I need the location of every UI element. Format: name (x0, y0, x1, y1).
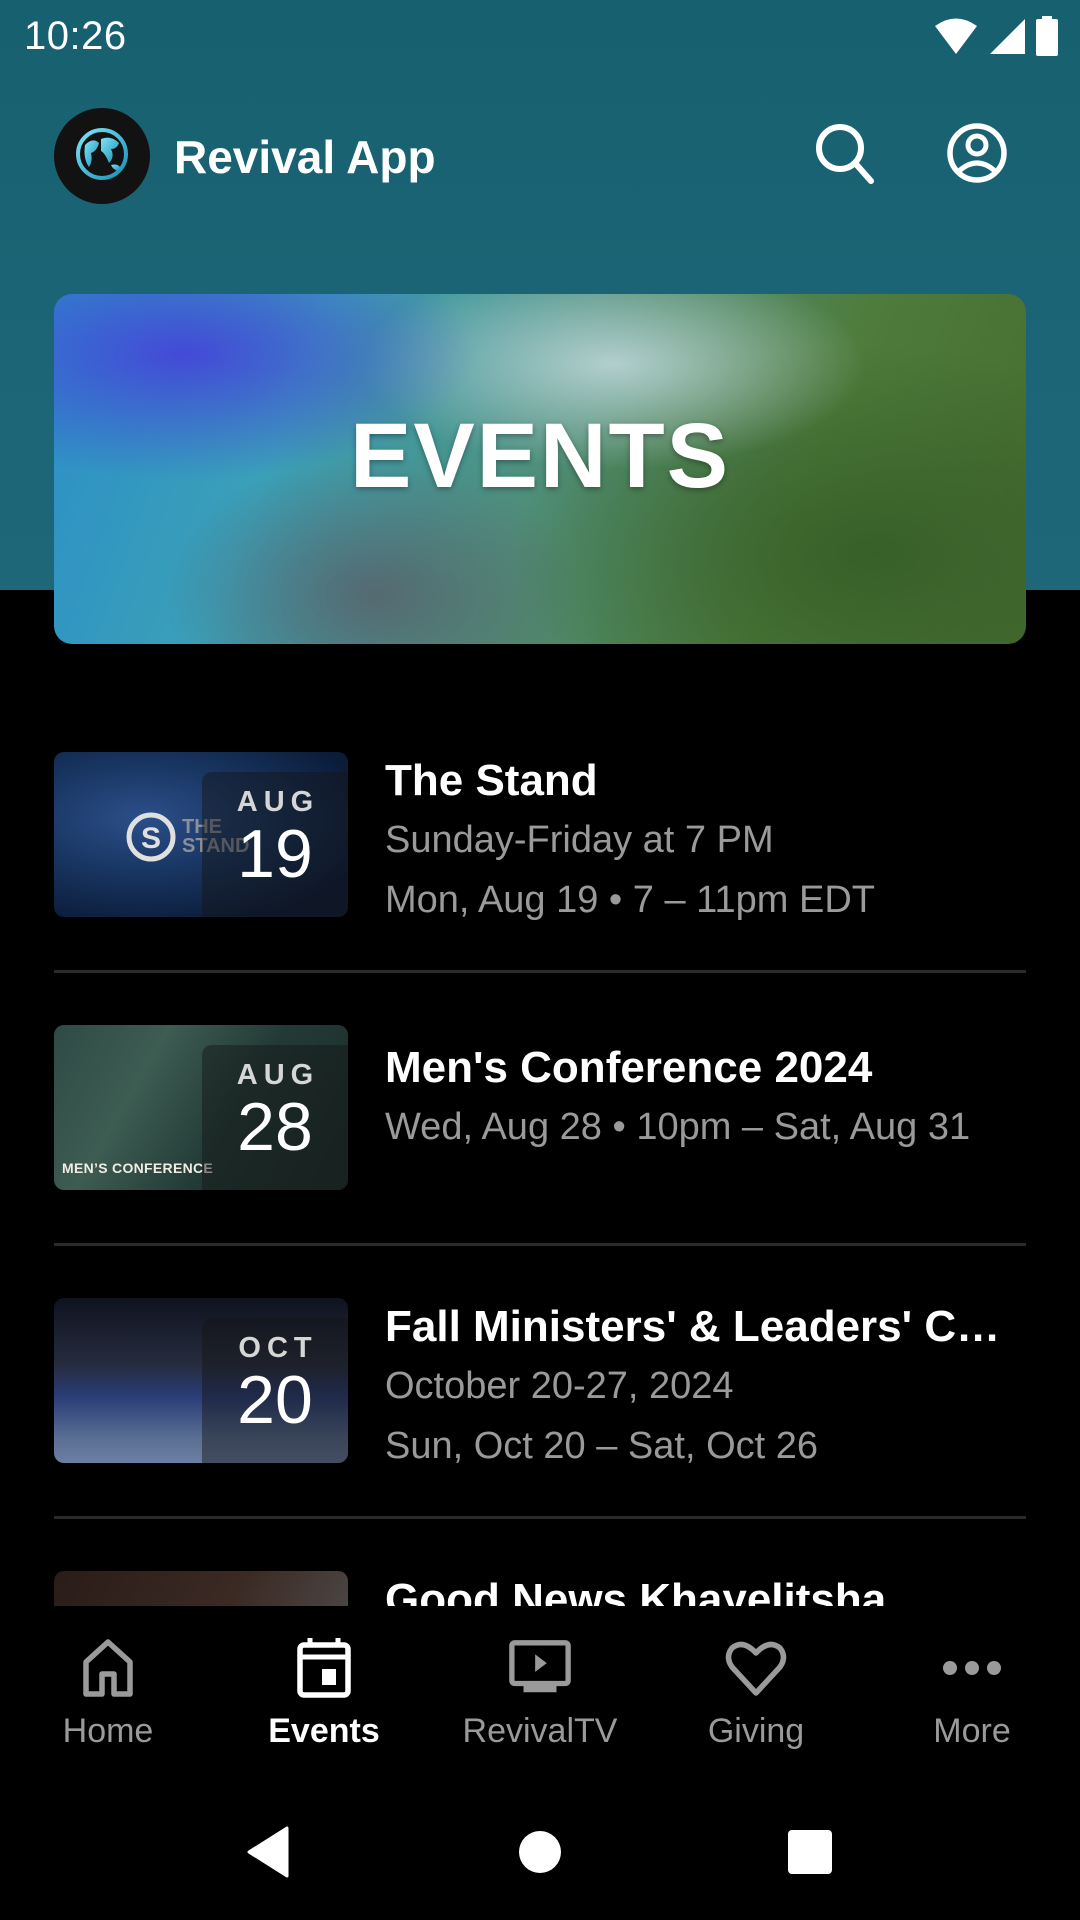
event-info: The Stand Sunday-Friday at 7 PM Mon, Aug… (385, 752, 1026, 930)
event-schedule: Sunday-Friday at 7 PM (385, 819, 774, 861)
app-logo[interactable] (54, 108, 150, 204)
date-month: AUG (236, 1059, 320, 1091)
event-thumbnail[interactable]: OCT 20 (54, 1298, 348, 1463)
nav-item-home[interactable]: Home (0, 1606, 216, 1756)
system-navigation-bar (0, 1780, 1080, 1920)
account-button[interactable] (942, 120, 1012, 190)
nav-item-more[interactable]: More (864, 1606, 1080, 1756)
date-badge: AUG 28 (202, 1045, 348, 1190)
search-icon (813, 121, 877, 190)
event-date-time: Mon, Aug 19 • 7 – 11pm EDT (385, 879, 875, 921)
nav-label: More (933, 1712, 1011, 1750)
nav-label: Home (62, 1712, 154, 1750)
wifi-icon (934, 17, 978, 60)
status-icons (934, 16, 1058, 61)
date-badge: AUG 19 (202, 772, 348, 917)
app-bar: Revival App (0, 100, 1080, 210)
event-info: Fall Ministers' & Leaders' Conference Oc… (385, 1298, 1026, 1476)
event-info: Men's Conference 2024 Wed, Aug 28 • 10pm… (385, 1039, 1026, 1157)
event-item[interactable]: OCT 20 Fall Ministers' & Leaders' Confer… (54, 1246, 1026, 1519)
system-home-button[interactable] (510, 1824, 570, 1884)
date-day: 28 (237, 1089, 313, 1165)
back-triangle-icon (245, 1826, 291, 1883)
nav-item-revivaltv[interactable]: RevivalTV (432, 1606, 648, 1756)
system-back-button[interactable] (238, 1824, 298, 1884)
nav-item-events[interactable]: Events (216, 1606, 432, 1756)
event-thumbnail[interactable]: MEN’S CONFERENCE AUG 28 (54, 1025, 348, 1190)
date-day: 19 (237, 816, 313, 892)
recents-square-icon (787, 1829, 833, 1880)
event-thumbnail[interactable]: S THE STAND AUG 19 (54, 752, 348, 917)
more-horizontal-icon (940, 1636, 1004, 1700)
status-bar: 10:26 (0, 0, 1080, 72)
cellular-signal-icon (988, 17, 1026, 60)
tv-play-icon (508, 1636, 572, 1700)
event-info: Good News Khayelitsha (385, 1571, 1026, 1606)
events-list[interactable]: S THE STAND AUG 19 The Stand Sunday-Frid… (54, 700, 1026, 1606)
event-title[interactable]: The Stand (385, 752, 1026, 810)
hero-title: EVENTS (349, 405, 731, 507)
event-item[interactable]: MEN’S CONFERENCE AUG 28 Men's Conference… (54, 973, 1026, 1246)
nav-label: Events (268, 1712, 380, 1750)
event-date-time: Wed, Aug 28 • 10pm – Sat, Aug 31 (385, 1106, 971, 1148)
nav-label: RevivalTV (462, 1712, 618, 1750)
event-schedule: October 20-27, 2024 (385, 1365, 734, 1407)
date-month: OCT (238, 1332, 318, 1364)
event-item[interactable]: Good News Khayelitsha (54, 1519, 1026, 1606)
event-title[interactable]: Fall Ministers' & Leaders' Conference (385, 1298, 1026, 1356)
system-recents-button[interactable] (780, 1824, 840, 1884)
status-time: 10:26 (24, 14, 127, 58)
app-title: Revival App (174, 131, 436, 183)
date-badge: OCT 20 (202, 1318, 348, 1463)
search-button[interactable] (810, 120, 880, 190)
events-hero-banner: EVENTS (54, 294, 1026, 644)
event-date-time: Sun, Oct 20 – Sat, Oct 26 (385, 1425, 819, 1467)
nav-item-giving[interactable]: Giving (648, 1606, 864, 1756)
calendar-icon (292, 1636, 356, 1700)
event-thumbnail[interactable] (54, 1571, 348, 1606)
home-icon (76, 1636, 140, 1700)
account-circle-icon (945, 121, 1009, 190)
event-item[interactable]: S THE STAND AUG 19 The Stand Sunday-Frid… (54, 700, 1026, 973)
nav-label: Giving (707, 1712, 805, 1750)
event-title[interactable]: Men's Conference 2024 (385, 1039, 1026, 1097)
battery-icon (1036, 16, 1058, 61)
thumbnail-caption: MEN’S CONFERENCE (62, 1160, 214, 1176)
heart-icon (724, 1636, 788, 1700)
globe-logo-icon (71, 123, 133, 190)
svg-text:S: S (141, 822, 161, 855)
home-circle-icon (518, 1830, 562, 1879)
date-day: 20 (237, 1362, 313, 1438)
event-title[interactable]: Good News Khayelitsha (385, 1571, 1026, 1606)
bottom-navigation: Home Events RevivalTV Giving More (0, 1606, 1080, 1756)
date-month: AUG (236, 786, 320, 818)
